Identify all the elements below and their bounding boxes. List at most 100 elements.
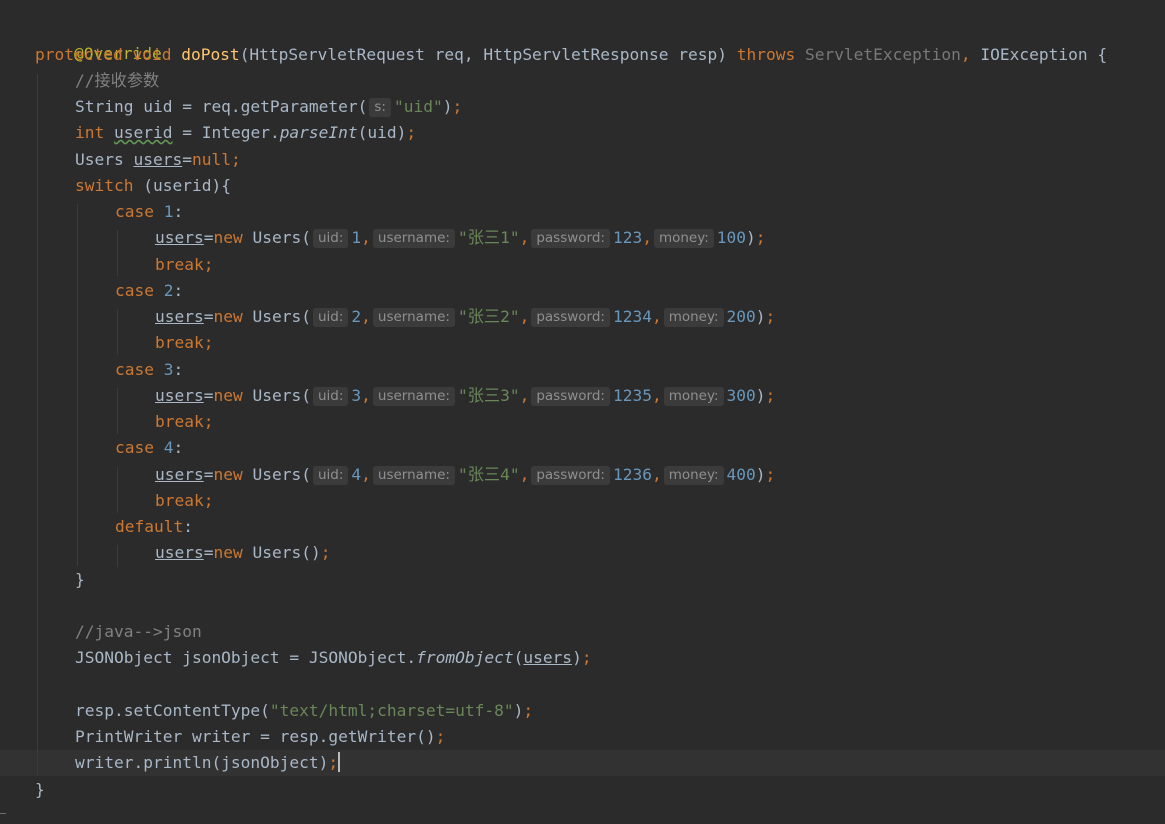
code-line[interactable]: PrintWriter writer = resp.getWriter(); <box>75 724 445 750</box>
code-token: : <box>183 517 193 536</box>
string-token: "张三3" <box>457 386 520 405</box>
code-line[interactable]: case 2: <box>115 278 183 304</box>
code-line[interactable]: //接收参数 <box>75 68 159 94</box>
code-token: ) <box>572 648 582 667</box>
variable-token: users <box>155 465 204 484</box>
semicolon-token: ; <box>755 228 766 247</box>
variable-token: users <box>155 228 204 247</box>
code-line[interactable]: users=new Users(); <box>155 540 330 566</box>
number-token: 3 <box>351 386 362 405</box>
variable-token: users <box>155 543 204 562</box>
param-hint: s: <box>369 98 391 117</box>
static-method-token: fromObject <box>416 648 514 667</box>
code-line[interactable]: resp.setContentType("text/html;charset=u… <box>75 698 533 724</box>
brace-token: } <box>75 570 85 589</box>
code-line[interactable]: //java-->json <box>75 619 202 645</box>
code-token: ) <box>755 307 766 326</box>
semicolon-token: ; <box>765 386 776 405</box>
keyword-token: case <box>115 438 154 457</box>
number-token: 200 <box>726 307 756 326</box>
param-hint: uid: <box>312 387 349 406</box>
param-hint: username: <box>372 308 455 327</box>
semicolon-token: ; <box>523 701 534 720</box>
string-token: "text/html;charset=utf-8" <box>269 701 514 720</box>
keyword-token: new <box>213 465 243 484</box>
variable-token: users <box>155 307 204 326</box>
code-line-current[interactable]: writer.println(jsonObject); <box>75 750 341 776</box>
number-token: 1235 <box>612 386 652 405</box>
keyword-token: break; <box>155 255 214 274</box>
param-hint: password: <box>531 387 610 406</box>
keyword-token: throws <box>736 45 796 64</box>
keyword-token: int <box>75 123 105 142</box>
code-editor[interactable]: @Override protected void doPost(HttpServ… <box>0 0 1165 824</box>
code-token: ( <box>513 648 524 667</box>
code-line[interactable]: break; <box>155 330 213 356</box>
code-token: Users( <box>242 307 311 326</box>
code-line[interactable]: default: <box>115 514 193 540</box>
param-hint: username: <box>372 229 455 248</box>
code-line[interactable]: case 3: <box>115 357 183 383</box>
code-token: Users() <box>242 543 321 562</box>
variable-token: users <box>155 386 204 405</box>
semicolon-token: ; <box>765 307 776 326</box>
code-token: PrintWriter writer = resp.getWriter() <box>75 727 436 746</box>
code-line[interactable]: case 1: <box>115 199 183 225</box>
gutter-marker <box>0 813 6 814</box>
indent-guide <box>117 388 118 434</box>
code-line[interactable]: break; <box>155 488 213 514</box>
code-token: : <box>173 281 184 300</box>
keyword-token: break; <box>155 412 214 431</box>
code-line[interactable]: @Override <box>35 15 162 63</box>
code-line[interactable]: users=new Users(uid: 3, username: "张三3", pas… <box>155 383 775 409</box>
param-hint: money: <box>663 387 724 406</box>
semicolon-token: ; <box>230 150 241 169</box>
string-token: "张三4" <box>457 465 520 484</box>
params-token: (HttpServletRequest req, HttpServletResp… <box>239 45 737 64</box>
param-hint: money: <box>663 308 724 327</box>
code-token: : <box>173 360 184 379</box>
code-line[interactable]: String uid = req.getParameter(s: "uid"); <box>75 94 462 120</box>
separator-token: , <box>960 45 981 64</box>
number-token: 100 <box>716 228 747 247</box>
code-token: Users( <box>242 465 311 484</box>
code-line[interactable]: } <box>75 567 85 593</box>
code-line[interactable]: users=new Users(uid: 2, username: "张三2", pas… <box>155 304 775 330</box>
variable-token: users <box>523 648 573 667</box>
indent-guide <box>37 74 38 776</box>
code-token: Users <box>75 150 134 169</box>
code-line[interactable]: JSONObject jsonObject = JSONObject.fromO… <box>75 645 592 671</box>
code-line[interactable]: switch (userid){ <box>75 173 231 199</box>
code-line[interactable]: } <box>35 777 45 803</box>
code-token: writer.println(jsonObject) <box>75 753 329 772</box>
semicolon-token: ; <box>435 727 446 746</box>
code-line[interactable]: users=new Users(uid: 4, username: "张三4", pas… <box>155 462 775 488</box>
keyword-token: default <box>115 517 184 536</box>
keyword-token: case <box>115 281 154 300</box>
code-line[interactable]: Users users=null; <box>75 147 241 173</box>
code-line[interactable]: case 4: <box>115 435 183 461</box>
code-token: = <box>182 150 192 169</box>
number-token: 2 <box>351 307 362 326</box>
semicolon-token: ; <box>581 648 592 667</box>
code-token: ) <box>513 701 524 720</box>
code-line[interactable]: break; <box>155 409 213 435</box>
code-token: (userid){ <box>133 176 231 195</box>
keyword-token: break; <box>155 491 214 510</box>
number-token: 123 <box>612 228 643 247</box>
code-line[interactable]: int userid = Integer.parseInt(uid); <box>75 120 416 146</box>
code-token: ) <box>755 465 766 484</box>
code-token: String uid = req.getParameter( <box>75 97 368 116</box>
code-line[interactable]: protected void doPost(HttpServletRequest… <box>35 42 1107 68</box>
keyword-token: null <box>191 150 231 169</box>
code-token: Users( <box>242 386 311 405</box>
code-line[interactable]: users=new Users(uid: 1, username: "张三1", pas… <box>155 225 766 251</box>
number-token: 1 <box>351 228 362 247</box>
code-token: ) <box>755 386 766 405</box>
brace-token: } <box>35 780 45 799</box>
keyword-token: new <box>213 228 243 247</box>
code-token: = Integer. <box>172 123 280 142</box>
keyword-token: protected <box>35 45 123 64</box>
code-line[interactable]: break; <box>155 252 213 278</box>
param-hint: password: <box>531 308 610 327</box>
